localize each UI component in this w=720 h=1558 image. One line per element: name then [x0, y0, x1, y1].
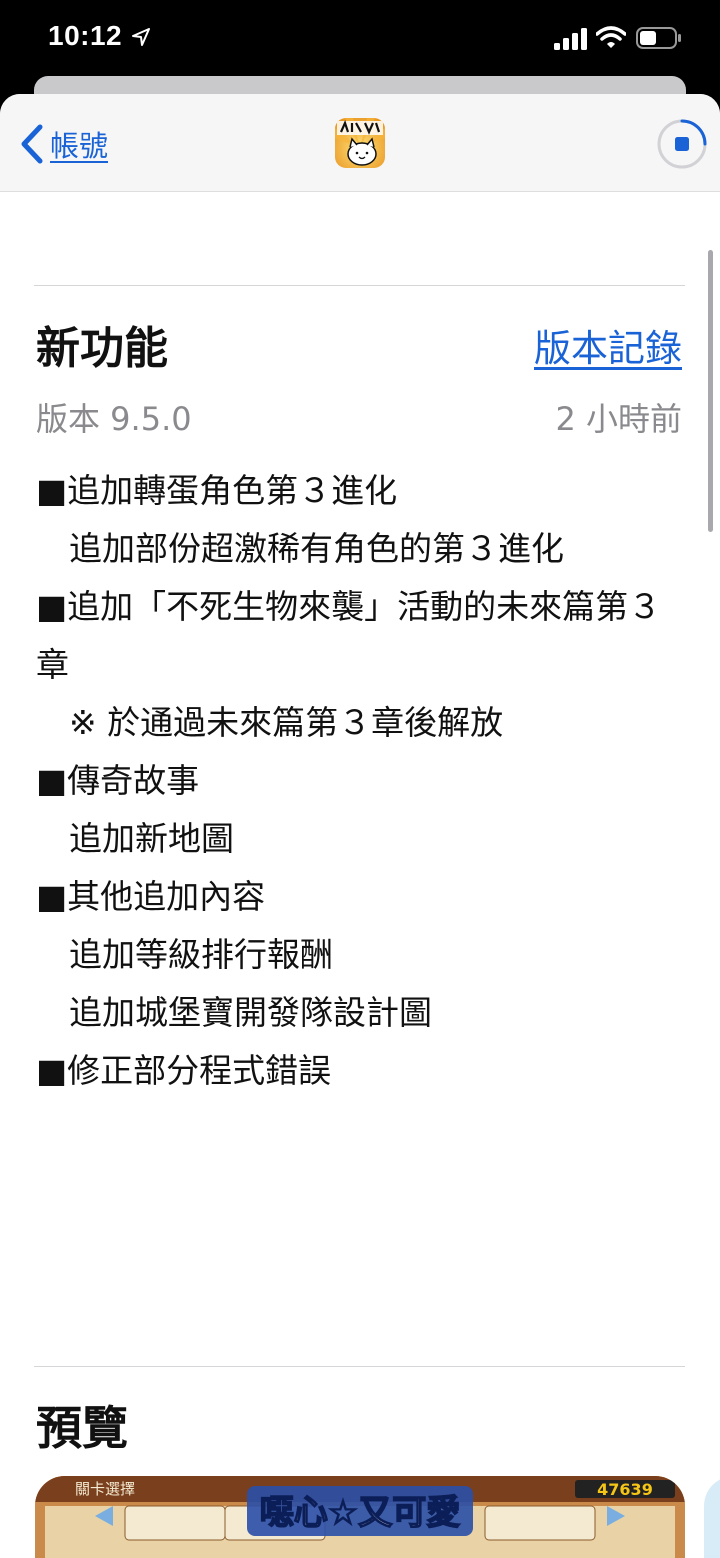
- battery-icon: [636, 27, 681, 49]
- battle-cats-logo-icon: [335, 118, 385, 168]
- screenshot-caption: 噁心☆又可愛: [260, 1493, 460, 1533]
- release-note-line: ■修正部分程式錯誤: [36, 1051, 332, 1090]
- version-number: 版本 9.5.0: [36, 400, 192, 438]
- game-screenshot-image: 47639 關卡選擇 噁心☆又可愛: [35, 1476, 685, 1558]
- location-arrow-icon: [132, 28, 150, 46]
- status-bar: 10:12: [0, 0, 720, 80]
- release-note-line: 追加等級排行報酬: [36, 935, 333, 974]
- back-button-label: 帳號: [50, 129, 109, 163]
- whats-new-title: 新功能: [36, 323, 168, 374]
- stage-select-label: 關卡選擇: [75, 1480, 135, 1498]
- back-button[interactable]: 帳號: [20, 122, 108, 166]
- release-note-line: 追加新地圖: [36, 819, 234, 858]
- preview-title: 預覽: [36, 1401, 128, 1455]
- cellular-signal-icon: [554, 28, 587, 50]
- release-note-line: 追加城堡寶開發隊設計圖: [36, 993, 432, 1032]
- version-history-link[interactable]: 版本記錄: [534, 318, 682, 372]
- release-note-line: ■其他追加內容: [36, 877, 266, 916]
- scrollbar[interactable]: [708, 250, 713, 532]
- release-note-line: ■追加轉蛋角色第３進化: [36, 471, 398, 510]
- chevron-left-icon: [21, 124, 43, 164]
- release-note-line: ※ 於通過未來篇第３章後解放: [36, 703, 504, 742]
- release-note-line: ■追加「不死生物來襲」活動的未來篇第３章: [36, 587, 662, 684]
- download-stop-icon[interactable]: [656, 118, 708, 170]
- next-preview-screenshot[interactable]: [704, 1476, 720, 1558]
- release-note-line: ■傳奇故事: [36, 761, 200, 800]
- wifi-icon: [596, 26, 626, 48]
- app-icon: [335, 118, 385, 168]
- navigation-bar: 帳號: [0, 94, 720, 192]
- status-time: 10:12: [48, 20, 123, 51]
- xp-value: 47639: [597, 1480, 653, 1499]
- release-notes: ■追加轉蛋角色第３進化 追加部份超激稀有角色的第３進化 ■追加「不死生物來襲」活…: [36, 462, 686, 1100]
- section-divider: [34, 285, 685, 286]
- release-note-line: 追加部份超激稀有角色的第３進化: [36, 529, 564, 568]
- section-divider: [34, 1366, 685, 1367]
- release-time: 2 小時前: [555, 400, 682, 438]
- preview-screenshot[interactable]: 47639 關卡選擇 噁心☆又可愛: [35, 1476, 685, 1558]
- app-detail-sheet[interactable]: 帳號 新功能 版本記錄 版本 9.5.0 2 小時前 ■追加轉蛋角色第３進化 追…: [0, 94, 720, 1558]
